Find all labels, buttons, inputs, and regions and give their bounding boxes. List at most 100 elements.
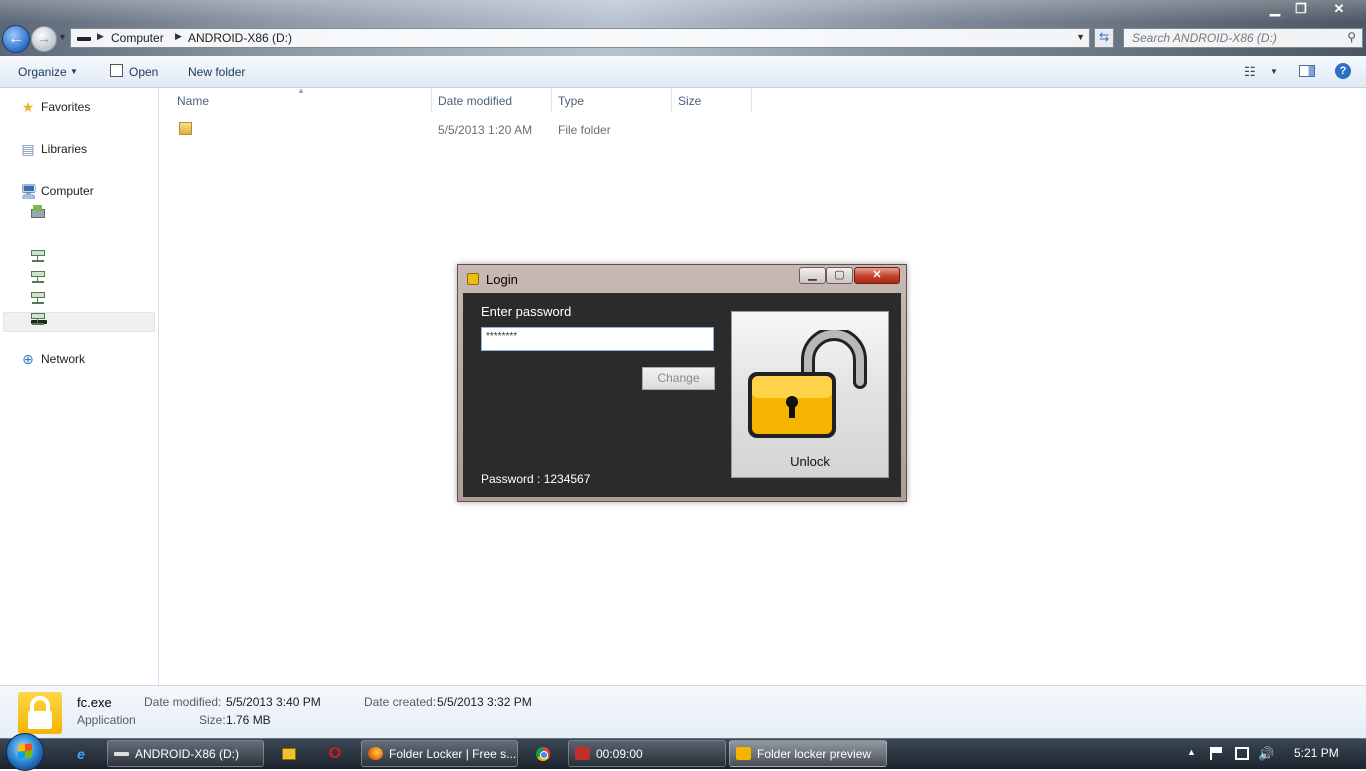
star-icon: ★: [21, 99, 35, 115]
minimize-button[interactable]: ▁: [1262, 0, 1288, 18]
column-divider[interactable]: [751, 88, 752, 112]
help-icon[interactable]: ?: [1335, 63, 1351, 79]
file-type: File folder: [558, 123, 611, 137]
opera-icon[interactable]: O: [324, 743, 346, 765]
table-row[interactable]: 5/5/2013 1:20 AM File folder: [159, 116, 799, 140]
details-pane: fc.exe Application Date modified: 5/5/20…: [0, 685, 1366, 739]
lock-icon: [736, 747, 751, 760]
lock-icon: [467, 273, 479, 285]
forward-button[interactable]: →: [31, 26, 57, 52]
action-center-flag-icon[interactable]: [1210, 747, 1224, 760]
new-folder-button[interactable]: New folder: [188, 65, 245, 79]
chevron-down-icon[interactable]: ▼: [1270, 67, 1278, 76]
dialog-minimize-button[interactable]: ▁: [799, 267, 826, 284]
system-drive-icon[interactable]: [30, 205, 46, 219]
internet-explorer-icon[interactable]: e: [70, 743, 92, 765]
details-size: 1.76 MB: [226, 713, 271, 727]
dialog-title: Login: [486, 272, 518, 287]
unlock-button[interactable]: Unlock: [731, 311, 889, 478]
system-clock[interactable]: 5:21 PM: [1294, 746, 1339, 760]
task-timer[interactable]: 00:09:00: [568, 740, 726, 767]
dialog-close-button[interactable]: ✕: [854, 267, 900, 284]
network-drive-icon[interactable]: [30, 291, 46, 305]
preview-pane-icon[interactable]: [1299, 65, 1315, 77]
nav-label: Network: [41, 352, 86, 366]
windows-logo-icon: [18, 743, 32, 759]
start-button[interactable]: [6, 733, 44, 771]
task-firefox[interactable]: Folder Locker | Free s...: [361, 740, 518, 767]
unlocked-padlock-icon: [748, 330, 867, 438]
show-hidden-icons-button[interactable]: ▲: [1187, 747, 1196, 757]
timer-app-icon: [575, 747, 590, 760]
network-icon: ⊕: [22, 351, 34, 367]
nav-label: Favorites: [41, 100, 91, 114]
folder-icon: [179, 122, 192, 135]
taskbar: e ANDROID-X86 (D:) O Folder Locker | Fre…: [0, 733, 1366, 771]
network-drive-icon[interactable]: [30, 312, 46, 326]
column-header-name[interactable]: Name: [177, 94, 209, 108]
column-header-date-modified[interactable]: Date modified: [438, 94, 512, 108]
details-file-type: Application: [77, 713, 136, 727]
computer-icon: 🖥: [20, 183, 38, 199]
details-size-label: Size:: [199, 713, 226, 727]
details-filename: fc.exe: [77, 695, 112, 710]
organize-button[interactable]: Organize: [18, 65, 67, 79]
task-label: Folder locker preview: [757, 747, 872, 761]
recent-pages-dropdown[interactable]: ▼: [58, 32, 67, 42]
explorer-title-bar: ▁ ❐ ✕ ← → ▼ ▶ Computer ▶ ANDROID-X86 (D:…: [0, 0, 1366, 56]
task-label: ANDROID-X86 (D:): [135, 747, 240, 761]
chevron-down-icon[interactable]: ▼: [70, 67, 78, 76]
unlock-label: Unlock: [790, 454, 830, 469]
breadcrumb-computer[interactable]: Computer: [111, 31, 164, 45]
breadcrumb-separator[interactable]: ▶: [97, 31, 104, 42]
details-date-modified-label: Date modified:: [144, 695, 222, 709]
change-button[interactable]: Change: [642, 367, 715, 390]
libraries-icon: ▤: [21, 141, 35, 157]
search-placeholder: Search ANDROID-X86 (D:): [1132, 31, 1277, 45]
media-player-icon[interactable]: [282, 748, 296, 760]
network-drive-icon[interactable]: [30, 270, 46, 284]
restore-button[interactable]: ❐: [1288, 0, 1314, 18]
search-icon[interactable]: ⚲: [1347, 30, 1356, 44]
address-bar[interactable]: ▶ Computer ▶ ANDROID-X86 (D:) ▼: [70, 28, 1090, 48]
back-button[interactable]: ←: [2, 25, 30, 53]
column-divider[interactable]: [431, 88, 432, 112]
open-button[interactable]: Open: [129, 65, 158, 79]
network-tray-icon[interactable]: [1235, 747, 1249, 760]
password-hint: Password : 1234567: [481, 472, 591, 486]
column-header-type[interactable]: Type: [558, 94, 584, 108]
sort-ascending-icon: ▲: [297, 86, 305, 95]
chrome-icon-center: [540, 751, 548, 759]
drive-icon: [77, 37, 91, 41]
file-date-modified: 5/5/2013 1:20 AM: [438, 123, 533, 137]
breadcrumb-drive[interactable]: ANDROID-X86 (D:): [188, 31, 292, 45]
close-button[interactable]: ✕: [1314, 0, 1364, 18]
view-options-icon[interactable]: ☷: [1244, 64, 1256, 80]
column-divider[interactable]: [671, 88, 672, 112]
task-label: Folder Locker | Free s...: [389, 747, 517, 761]
refresh-button[interactable]: ⇆: [1094, 28, 1114, 48]
task-label: 00:09:00: [596, 747, 643, 761]
column-divider[interactable]: [551, 88, 552, 112]
search-input[interactable]: Search ANDROID-X86 (D:) ⚲: [1123, 28, 1363, 48]
task-explorer[interactable]: ANDROID-X86 (D:): [107, 740, 264, 767]
password-field[interactable]: ********: [481, 327, 714, 351]
open-icon: [110, 64, 123, 77]
enter-password-label: Enter password: [481, 304, 572, 319]
breadcrumb-separator[interactable]: ▶: [175, 31, 182, 42]
column-header-size[interactable]: Size: [678, 94, 701, 108]
details-date-created-label: Date created:: [364, 695, 437, 709]
network-drive-icon[interactable]: [30, 249, 46, 263]
nav-label: Computer: [41, 184, 94, 198]
task-folder-locker-preview[interactable]: Folder locker preview: [729, 740, 887, 767]
chevron-down-icon[interactable]: ▼: [1076, 32, 1085, 42]
dialog-maximize-button[interactable]: ▢: [826, 267, 853, 284]
nav-item-android-drive-selected[interactable]: [3, 312, 155, 332]
details-date-modified: 5/5/2013 3:40 PM: [226, 695, 321, 709]
volume-icon[interactable]: 🔊: [1258, 747, 1274, 760]
command-bar: Organize ▼ Open New folder ☷ ▼ ?: [0, 56, 1366, 88]
dialog-body: Enter password ******** Change Password …: [463, 293, 901, 497]
login-dialog: Login ▁ ▢ ✕ Enter password ******** Chan…: [457, 264, 907, 502]
application-lock-icon: [18, 692, 62, 734]
navigation-pane: ★ Favorites ▤ Libraries 🖥 Computer ⊕ Net…: [0, 88, 159, 685]
